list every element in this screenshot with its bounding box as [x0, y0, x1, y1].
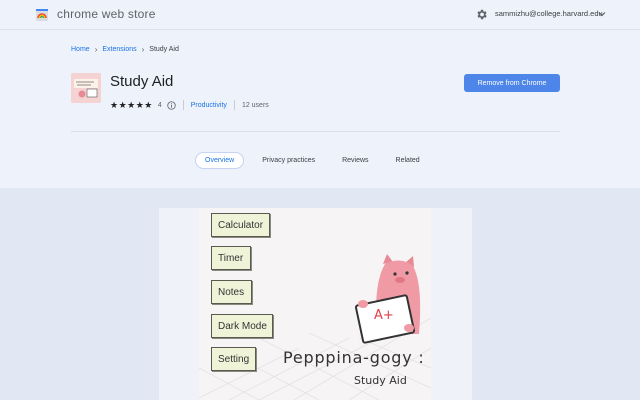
- tab-related[interactable]: Related: [387, 152, 429, 169]
- timer-button: Timer: [211, 246, 251, 270]
- top-bar: chrome web store sammizhu@college.harvar…: [0, 0, 640, 30]
- setting-button: Setting: [211, 347, 256, 371]
- star-rating-icon[interactable]: ★★★★★: [110, 100, 153, 111]
- breadcrumb: Home › Extensions › Study Aid: [71, 45, 179, 54]
- user-count: 12 users: [241, 101, 269, 109]
- tab-overview[interactable]: Overview: [195, 152, 245, 169]
- chevron-down-icon[interactable]: [598, 11, 606, 17]
- breadcrumb-extensions[interactable]: Extensions: [102, 46, 136, 53]
- info-icon[interactable]: [167, 100, 176, 110]
- grade-text: A+: [374, 308, 394, 323]
- gear-icon[interactable]: [475, 8, 488, 21]
- extension-screenshot[interactable]: Calculator Timer Notes Dark Mode Setting…: [199, 208, 431, 400]
- extension-icon: [71, 73, 101, 103]
- remove-from-chrome-button[interactable]: Remove from Chrome: [464, 74, 560, 92]
- notes-button: Notes: [211, 280, 252, 304]
- section-divider: [71, 131, 560, 132]
- rating-value: 4: [157, 101, 162, 109]
- pig-mascot-icon: [354, 254, 421, 344]
- store-title[interactable]: chrome web store: [57, 7, 156, 21]
- breadcrumb-current: Study Aid: [149, 46, 179, 53]
- rating-row: ★★★★★ 4 Productivity 12 users: [110, 100, 269, 110]
- chevron-right-icon: ›: [141, 45, 145, 54]
- tab-privacy-practices[interactable]: Privacy practices: [253, 152, 324, 169]
- divider: [182, 100, 184, 110]
- chrome-web-store-logo-icon[interactable]: [35, 8, 49, 22]
- tab-bar: Overview Privacy practices Reviews Relat…: [195, 152, 438, 169]
- dark-mode-button: Dark Mode: [211, 314, 273, 338]
- tab-reviews[interactable]: Reviews: [333, 152, 377, 169]
- brand-subtitle: Study Aid: [354, 374, 407, 387]
- extension-name: Study Aid: [110, 73, 174, 90]
- brand-title: Pepppina-gogy :: [283, 348, 425, 367]
- breadcrumb-home[interactable]: Home: [71, 46, 90, 53]
- category-link[interactable]: Productivity: [191, 102, 227, 109]
- account-email[interactable]: sammizhu@college.harvard.edu: [495, 9, 603, 18]
- chevron-right-icon: ›: [94, 45, 98, 54]
- calculator-button: Calculator: [211, 213, 270, 237]
- divider: [233, 100, 235, 110]
